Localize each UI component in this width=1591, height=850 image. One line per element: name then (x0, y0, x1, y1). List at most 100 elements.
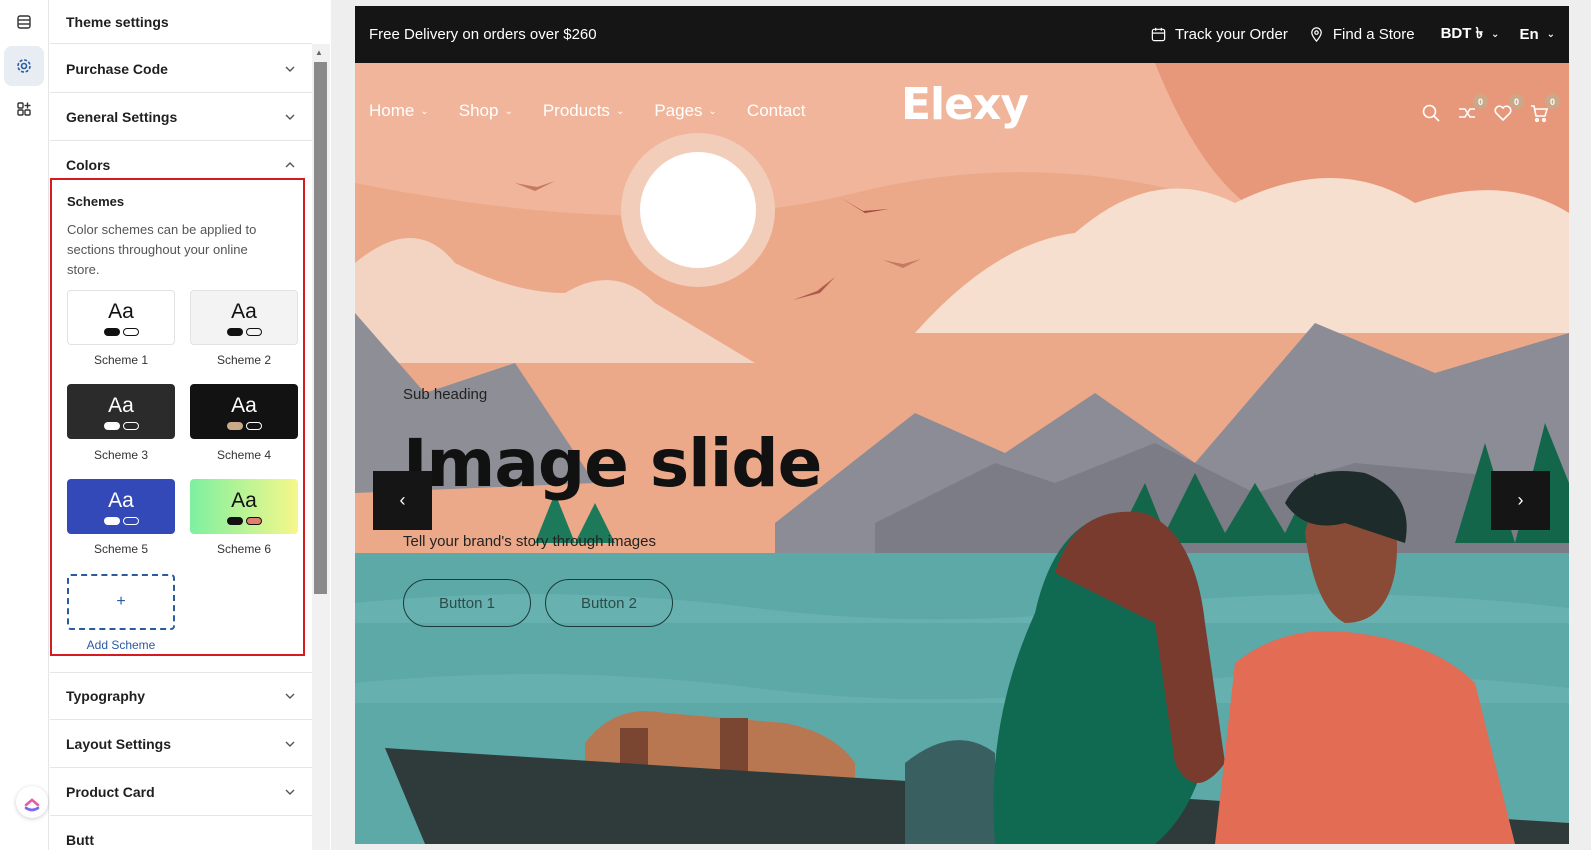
nav-item-home[interactable]: Home ⌄ (369, 101, 429, 121)
section-label: Typography (66, 688, 146, 704)
scheme-2-swatch[interactable]: Aa (190, 290, 298, 345)
section-typography[interactable]: Typography (50, 672, 312, 720)
chevron-down-icon: ⌄ (1546, 29, 1555, 40)
currency-select[interactable]: BDT ৳ ⌄ (1441, 22, 1500, 47)
nav-label: Products (542, 101, 610, 120)
chevron-down-icon: ⌄ (1491, 29, 1500, 40)
chevron-down-icon: ⌄ (420, 105, 429, 117)
chevron-down-icon: ⌄ (504, 105, 513, 117)
section-layout-settings[interactable]: Layout Settings (50, 720, 312, 768)
plus-icon: + (116, 593, 126, 610)
calendar-icon (1151, 27, 1166, 42)
scheme-2-label: Scheme 2 (216, 353, 272, 367)
section-partial[interactable]: Butt (50, 816, 312, 850)
nav-label: Shop (458, 101, 499, 120)
language-select[interactable]: En ⌄ (1519, 26, 1555, 43)
slide-description: Tell your brand's story through images (403, 533, 656, 550)
swatch-text: Aa (231, 488, 257, 512)
wishlist-heart-icon[interactable]: 0 (1493, 94, 1524, 125)
swatch-text: Aa (108, 488, 134, 512)
section-general-settings[interactable]: General Settings (50, 93, 312, 141)
find-store-link[interactable]: Find a Store (1308, 26, 1415, 43)
find-store-label: Find a Store (1332, 26, 1415, 43)
hero-slideshow: Home ⌄ Shop ⌄ Products ⌄ Pages ⌄ Contact Ele… (355, 63, 1569, 844)
chevron-down-icon: ⌄ (708, 105, 717, 117)
scheme-3-label: Scheme 3 (93, 448, 149, 462)
swatch-text: Aa (108, 393, 134, 417)
chevron-down-icon (285, 789, 295, 795)
scheme-5-label: Scheme 5 (93, 542, 149, 556)
icon-rail (0, 0, 49, 850)
sections-icon[interactable] (4, 2, 44, 42)
slide-button-1[interactable]: Button 1 (403, 579, 531, 627)
section-label: Butt (66, 831, 94, 848)
section-label: Purchase Code (66, 60, 168, 77)
compare-icon[interactable]: 0 (1457, 94, 1488, 125)
swatch-text: Aa (108, 299, 134, 323)
section-purchase-code[interactable]: Purchase Code (50, 45, 312, 93)
nav-item-products[interactable]: Products ⌄ (543, 101, 624, 121)
store-logo[interactable]: Elexy (901, 79, 1029, 130)
compare-count-badge: 0 (1473, 94, 1488, 109)
settings-panel: Theme settings Purchase Code General Set… (50, 0, 330, 850)
nav-label: Home (369, 101, 415, 120)
main-nav: Home ⌄ Shop ⌄ Products ⌄ Pages ⌄ Contact (369, 101, 806, 121)
slide-sub-heading: Sub heading (403, 386, 488, 403)
theme-settings-gear-icon[interactable] (4, 46, 44, 86)
section-label: Colors (66, 157, 111, 173)
add-scheme-label[interactable]: Add Scheme (67, 638, 175, 652)
store-preview: Free Delivery on orders over $260 Track … (355, 6, 1569, 844)
color-schemes-panel: Schemes Color schemes can be applied to … (50, 178, 305, 656)
nav-item-pages[interactable]: Pages ⌄ (654, 101, 717, 121)
announcement-bar: Free Delivery on orders over $260 Track … (355, 6, 1569, 63)
chevron-up-icon (285, 162, 295, 168)
chevron-down-icon (285, 114, 295, 120)
scheme-1-label: Scheme 1 (93, 353, 149, 367)
chevron-left-icon: ‹ (399, 490, 406, 510)
slide-prev-button[interactable]: ‹ (373, 471, 432, 530)
language-value: En (1519, 26, 1539, 43)
chevron-right-icon: › (1517, 490, 1524, 510)
nav-item-shop[interactable]: Shop ⌄ (459, 101, 513, 121)
scroll-up-icon[interactable]: ▲ (315, 48, 323, 57)
scheme-1-swatch[interactable]: Aa (67, 290, 175, 345)
scheme-3-swatch[interactable]: Aa (67, 384, 175, 439)
theme-editor: Theme settings Purchase Code General Set… (0, 0, 1591, 850)
slide-button-2[interactable]: Button 2 (545, 579, 673, 627)
chevron-down-icon (285, 741, 295, 747)
scheme-6-swatch[interactable]: Aa (190, 479, 298, 534)
section-product-card[interactable]: Product Card (50, 768, 312, 816)
track-order-link[interactable]: Track your Order (1150, 26, 1288, 43)
swatch-text: Aa (231, 299, 257, 323)
track-order-label: Track your Order (1175, 26, 1288, 43)
chevron-down-icon (285, 66, 295, 72)
nav-item-contact[interactable]: Contact (747, 101, 806, 121)
slide-title: Image slide (403, 425, 822, 502)
scheme-4-label: Scheme 4 (216, 448, 272, 462)
section-label: Layout Settings (66, 735, 172, 752)
add-scheme-button[interactable]: + (67, 574, 175, 630)
search-icon[interactable] (1421, 103, 1443, 125)
schemes-description: Color schemes can be applied to sections… (67, 222, 257, 277)
location-pin-icon (1311, 27, 1322, 43)
section-label: General Settings (66, 108, 178, 125)
scheme-4-swatch[interactable]: Aa (190, 384, 298, 439)
clickup-logo-icon[interactable] (16, 786, 48, 818)
schemes-heading: Schemes (67, 194, 125, 209)
nav-label: Pages (654, 101, 703, 120)
announcement-text: Free Delivery on orders over $260 (369, 26, 597, 43)
chevron-down-icon (285, 693, 295, 699)
wishlist-count-badge: 0 (1509, 94, 1524, 109)
scheme-5-swatch[interactable]: Aa (67, 479, 175, 534)
apps-icon[interactable] (4, 89, 44, 129)
nav-label: Contact (746, 101, 806, 120)
slide-next-button[interactable]: › (1491, 471, 1550, 530)
cart-icon[interactable]: 0 (1529, 94, 1560, 125)
currency-value: BDT ৳ (1440, 25, 1484, 42)
section-label: Product Card (66, 783, 155, 800)
chevron-down-icon: ⌄ (615, 105, 625, 117)
header-icons: 0 0 0 (1421, 94, 1560, 125)
scheme-6-label: Scheme 6 (216, 542, 272, 556)
panel-scrollbar-thumb[interactable] (314, 62, 327, 594)
cart-count-badge: 0 (1545, 94, 1560, 109)
